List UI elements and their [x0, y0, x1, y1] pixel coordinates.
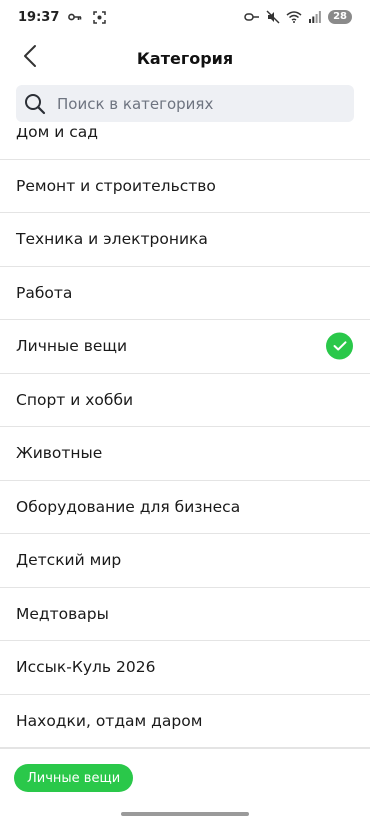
- category-item[interactable]: Находки, отдам даром: [0, 695, 370, 748]
- category-item[interactable]: Детский мир: [0, 534, 370, 588]
- category-item-label: Техника и электроника: [16, 230, 208, 249]
- category-item[interactable]: Медтовары: [0, 588, 370, 641]
- check-icon: [326, 332, 353, 360]
- category-item-label: Личные вещи: [16, 337, 128, 356]
- category-item-label: Иссык-Куль 2026: [16, 658, 156, 677]
- vpn-key-icon: [244, 10, 260, 24]
- category-item[interactable]: Оборудование для бизнеса: [0, 481, 370, 534]
- chevron-left-icon: [23, 44, 37, 72]
- bottom-divider: [0, 748, 370, 749]
- battery-level: 28: [328, 10, 352, 24]
- category-item[interactable]: Работа: [0, 267, 370, 320]
- category-list[interactable]: Дом и сад Ремонт и строительство Техника и…: [0, 128, 370, 748]
- search-input[interactable]: [57, 94, 337, 113]
- status-left: 19:37: [18, 10, 107, 25]
- category-item[interactable]: Ремонт и строительство: [0, 160, 370, 213]
- category-item[interactable]: Иссык-Куль 2026: [0, 641, 370, 695]
- category-item[interactable]: Животные: [0, 427, 370, 481]
- search-icon: [24, 93, 46, 115]
- category-item-label: Спорт и хобби: [16, 390, 134, 409]
- selected-category-chip[interactable]: Личные вещи: [14, 764, 134, 792]
- category-item-label: Детский мир: [16, 551, 122, 570]
- category-item[interactable]: Дом и сад: [0, 128, 370, 160]
- category-item-label: Дом и сад: [16, 128, 98, 142]
- signal-icon: [307, 10, 323, 24]
- status-bar: 19:37 28: [0, 0, 370, 34]
- wifi-icon: [286, 10, 302, 24]
- category-item-label: Оборудование для бизнеса: [16, 497, 241, 516]
- category-item[interactable]: Техника и электроника: [0, 213, 370, 267]
- page-title: Категория: [136, 48, 234, 68]
- status-right: 28: [244, 10, 352, 24]
- category-item-label: Ремонт и строительство: [16, 176, 216, 195]
- selected-category-chip-label: Личные вещи: [27, 770, 121, 786]
- category-item-label: Медтовары: [16, 604, 109, 623]
- search-bar[interactable]: [16, 85, 354, 122]
- category-item[interactable]: Личные вещи: [0, 320, 370, 374]
- category-item-label: Животные: [16, 444, 103, 463]
- category-item-label: Находки, отдам даром: [16, 711, 203, 730]
- screenshot-icon: [91, 10, 107, 24]
- header: Категория: [0, 38, 370, 78]
- category-item-label: Работа: [16, 283, 73, 302]
- category-item[interactable]: Спорт и хобби: [0, 374, 370, 427]
- mute-icon: [265, 10, 281, 24]
- back-button[interactable]: [14, 42, 46, 74]
- category-list-inner: Дом и сад Ремонт и строительство Техника и…: [0, 128, 370, 748]
- key-icon: [67, 10, 83, 24]
- home-indicator[interactable]: [121, 812, 249, 816]
- status-time: 19:37: [18, 9, 60, 25]
